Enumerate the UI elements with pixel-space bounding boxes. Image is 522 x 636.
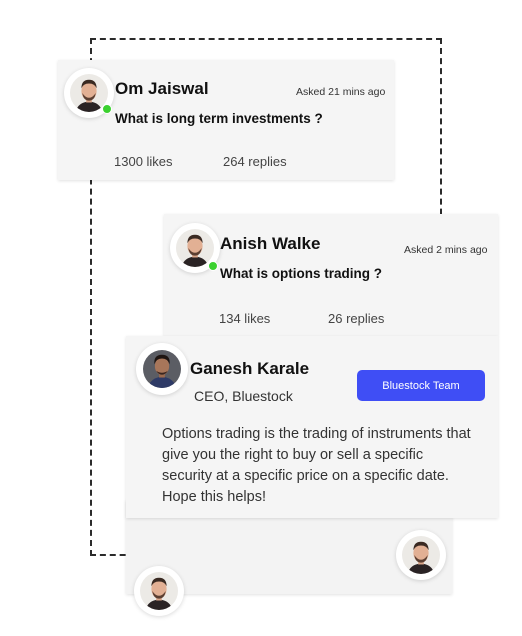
- avatar: [170, 223, 220, 273]
- author-name: Anish Walke: [220, 234, 321, 253]
- online-status-icon: [208, 261, 218, 271]
- replies-count[interactable]: 264 replies: [223, 154, 287, 169]
- question-card[interactable]: Anish Walke Asked 2 mins ago What is opt…: [164, 214, 498, 336]
- question-card[interactable]: Om Jaiswal Asked 21 mins ago What is lon…: [58, 60, 394, 180]
- question-text[interactable]: What is options trading ?: [220, 266, 382, 281]
- team-badge-button[interactable]: Bluestock Team: [357, 370, 485, 401]
- author-name: Ganesh Karale: [190, 359, 310, 378]
- avatar-photo-icon: [176, 229, 214, 267]
- author-role: CEO, Bluestock: [194, 388, 293, 404]
- avatar-photo-icon: [143, 350, 181, 388]
- likes-count[interactable]: 1300 likes: [114, 154, 173, 169]
- answer-card: Ganesh Karale CEO, Bluestock Bluestock T…: [126, 336, 498, 518]
- replies-count[interactable]: 26 replies: [328, 311, 384, 326]
- avatar-photo-icon: [402, 536, 440, 574]
- avatar: [64, 68, 114, 118]
- avatar: [134, 566, 184, 616]
- asked-time: Asked 2 mins ago: [404, 244, 488, 256]
- question-text[interactable]: What is long term investments ?: [115, 111, 323, 126]
- avatar-photo-icon: [140, 572, 178, 610]
- avatar: [396, 530, 446, 580]
- author-name: Om Jaiswal: [115, 79, 209, 98]
- likes-count[interactable]: 134 likes: [219, 311, 270, 326]
- online-status-icon: [102, 104, 112, 114]
- answer-text: Options trading is the trading of instru…: [162, 426, 471, 505]
- asked-time: Asked 21 mins ago: [296, 86, 386, 98]
- avatar: [136, 343, 188, 395]
